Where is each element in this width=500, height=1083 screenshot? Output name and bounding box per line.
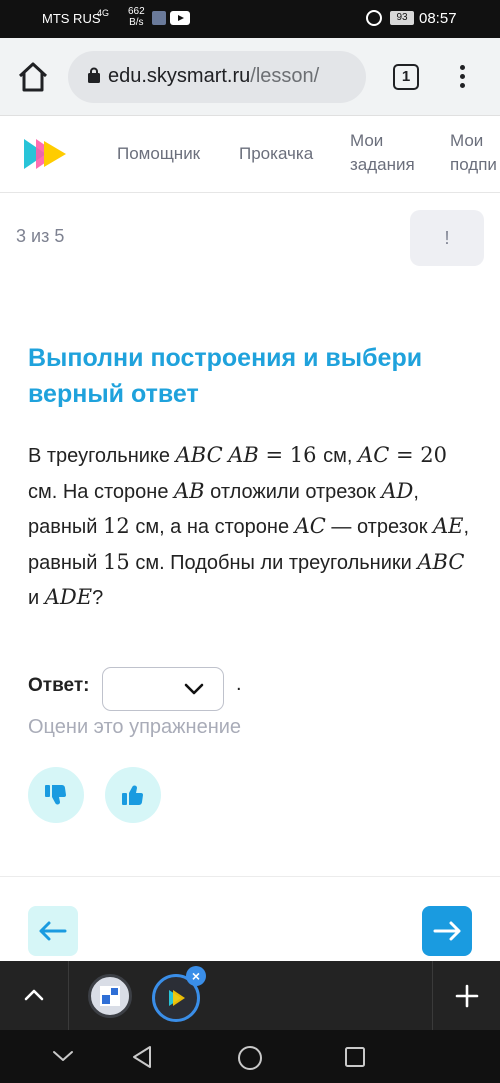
chevron-down-icon bbox=[184, 683, 204, 695]
exercise-text-fragment: ABC bbox=[175, 443, 223, 467]
thumb-down-icon bbox=[45, 785, 66, 805]
exercise-text-fragment: = 20 bbox=[389, 443, 447, 467]
dislike-button[interactable] bbox=[28, 767, 84, 823]
toolbar-separator bbox=[68, 961, 69, 1030]
nav-item-my-subscriptions-line2: подпи bbox=[450, 155, 497, 174]
nav-item-my-tasks[interactable]: Мои задания bbox=[350, 129, 415, 177]
like-button[interactable] bbox=[105, 767, 161, 823]
arrow-right-icon bbox=[433, 921, 461, 941]
chevron-down-icon[interactable] bbox=[50, 1046, 76, 1066]
thumb-up-icon bbox=[122, 785, 143, 805]
nav-item-my-tasks-line1: Мои bbox=[350, 131, 384, 150]
signal-icon: 4G bbox=[97, 8, 110, 18]
exercise-text-fragment: AC bbox=[358, 443, 390, 467]
clock: 08:57 bbox=[419, 10, 457, 27]
exercise-text-fragment: — отрезок bbox=[325, 516, 433, 538]
url-domain: edu.skysmart.ru bbox=[108, 65, 251, 87]
carrier-name: MTS RUS bbox=[42, 11, 101, 26]
nav-item-my-subscriptions[interactable]: Мои подпи bbox=[450, 129, 497, 177]
tab-thumbnail[interactable] bbox=[88, 974, 132, 1018]
plus-icon[interactable] bbox=[452, 981, 482, 1011]
exercise-text-fragment: AB bbox=[174, 478, 205, 503]
site-header: Помощник Прокачка Мои задания Мои подпи bbox=[0, 116, 500, 193]
home-icon bbox=[18, 62, 48, 92]
skysmart-logo[interactable] bbox=[22, 137, 68, 171]
exercise-title: Выполни построения и выбери верный ответ bbox=[28, 344, 423, 408]
answer-suffix: . bbox=[236, 673, 242, 695]
divider bbox=[0, 876, 500, 877]
exercise-text-fragment: ABC bbox=[417, 549, 465, 574]
back-triangle-icon[interactable] bbox=[130, 1044, 154, 1070]
net-speed: 662 B/s bbox=[128, 6, 145, 28]
tab-switcher-button[interactable]: 1 bbox=[393, 64, 419, 90]
answer-dropdown[interactable] bbox=[102, 667, 224, 711]
nav-item-my-subscriptions-line1: Мои bbox=[450, 131, 484, 150]
exercise-text: В треугольнике ABC AB = 16 см, AC = 20 с… bbox=[28, 438, 478, 616]
exercise-text-fragment: 15 bbox=[103, 549, 130, 574]
exercise-text-fragment: ? bbox=[92, 587, 104, 609]
lock-icon bbox=[88, 67, 100, 83]
alarm-icon bbox=[366, 10, 382, 26]
app-notification-icon bbox=[152, 11, 166, 25]
exercise-text-fragment: AD bbox=[381, 478, 414, 503]
system-navigation-bar bbox=[0, 1030, 500, 1083]
answer-label: Ответ: bbox=[28, 675, 90, 696]
exercise-text-fragment: отложили отрезок bbox=[204, 480, 382, 503]
youtube-icon bbox=[170, 11, 190, 25]
home-button[interactable] bbox=[16, 60, 50, 94]
exercise-text-fragment: 12 bbox=[103, 514, 130, 538]
exercise-text-fragment: см, а на стороне bbox=[129, 516, 295, 538]
exercise-text-fragment: см. На стороне bbox=[28, 480, 175, 503]
exercise-counter: 3 из 5 bbox=[16, 226, 65, 246]
tab-favicon-icon bbox=[100, 986, 120, 1006]
address-bar[interactable]: edu.skysmart.ru/lesson/ bbox=[68, 51, 366, 103]
net-speed-value: 662 bbox=[128, 6, 145, 17]
exercise-text-fragment: В треугольнике bbox=[28, 445, 176, 467]
nav-item-assistant[interactable]: Помощник bbox=[117, 142, 200, 166]
tab-strip bbox=[0, 961, 500, 1030]
status-bar: MTS RUS 4G 662 B/s 93 08:57 bbox=[0, 0, 500, 38]
url-text: edu.skysmart.ru/lesson/ bbox=[108, 65, 319, 88]
exercise-text-fragment: = 16 bbox=[258, 443, 324, 467]
arrow-left-icon bbox=[39, 921, 67, 941]
url-path: /lesson/ bbox=[250, 65, 320, 87]
exercise-text-fragment: см, bbox=[323, 445, 359, 467]
nav-item-my-tasks-line2: задания bbox=[350, 155, 415, 174]
exercise-text-fragment: AC bbox=[294, 514, 326, 538]
toolbar-separator bbox=[432, 961, 433, 1030]
chevron-up-icon[interactable] bbox=[20, 981, 48, 1009]
next-button[interactable] bbox=[422, 906, 472, 956]
recents-square-icon[interactable] bbox=[343, 1045, 367, 1069]
exercise-text-fragment: AB bbox=[228, 443, 259, 467]
exercise-text-fragment: и bbox=[28, 587, 45, 609]
previous-button[interactable] bbox=[28, 906, 78, 956]
exercise-text-fragment: ADE bbox=[44, 585, 93, 609]
report-button[interactable]: ! bbox=[410, 210, 484, 266]
nav-item-training[interactable]: Прокачка bbox=[239, 142, 313, 166]
more-vert-icon[interactable] bbox=[452, 62, 472, 92]
close-tab-icon[interactable]: × bbox=[186, 966, 206, 986]
net-speed-unit: B/s bbox=[129, 17, 144, 28]
exercise-text-fragment: AE bbox=[433, 514, 464, 538]
browser-toolbar: edu.skysmart.ru/lesson/ 1 bbox=[0, 38, 500, 116]
home-circle-icon[interactable] bbox=[236, 1044, 264, 1072]
rate-label: Оцени это упражнение bbox=[28, 716, 242, 738]
battery-icon: 93 bbox=[390, 11, 414, 25]
exercise-text-fragment: см. Подобны ли треугольники bbox=[129, 551, 418, 574]
